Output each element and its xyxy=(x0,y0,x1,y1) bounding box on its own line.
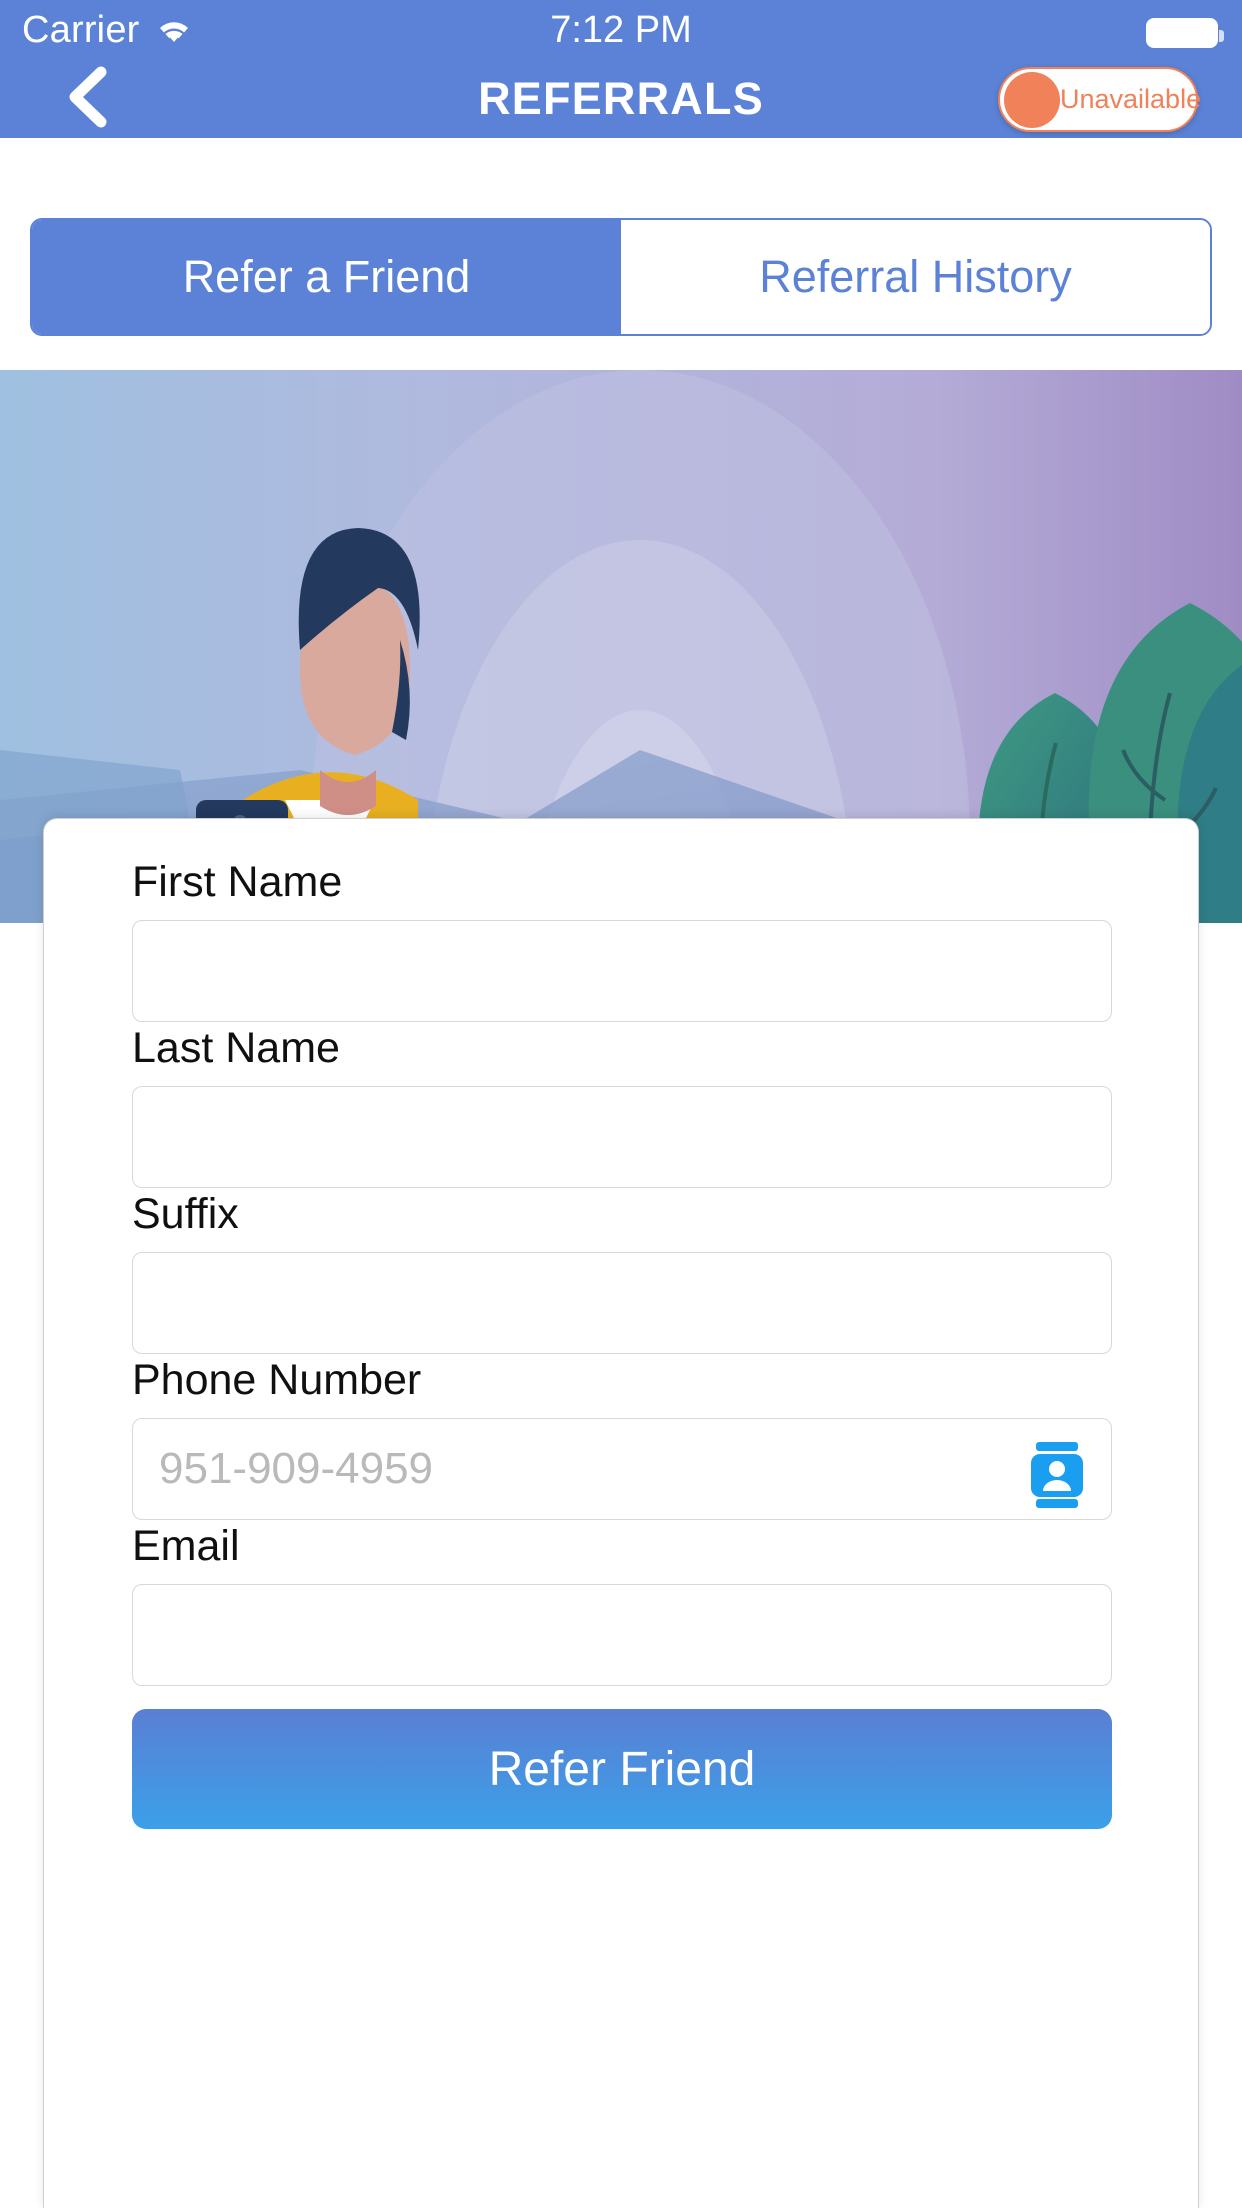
field-first-name: First Name xyxy=(132,861,1112,1022)
availability-toggle[interactable]: Unavailable xyxy=(998,67,1201,132)
first-name-label: First Name xyxy=(132,858,343,906)
phone-input-wrapper xyxy=(132,1418,1112,1520)
toggle-knob xyxy=(1004,71,1060,128)
email-label: Email xyxy=(132,1522,240,1570)
contacts-icon[interactable] xyxy=(1028,1442,1086,1508)
phone-number-label: Phone Number xyxy=(132,1356,422,1404)
referral-form-card: First Name Last Name Suffix Phone Number xyxy=(43,818,1199,2208)
last-name-input[interactable] xyxy=(132,1086,1112,1188)
status-bar-time: 7:12 PM xyxy=(550,8,692,51)
field-last-name: Last Name xyxy=(132,1027,1112,1188)
battery-icon xyxy=(1146,18,1224,48)
suffix-input[interactable] xyxy=(132,1252,1112,1354)
first-name-input[interactable] xyxy=(132,920,1112,1022)
refer-friend-button[interactable]: Refer Friend xyxy=(132,1709,1112,1829)
field-phone-number: Phone Number xyxy=(132,1359,1112,1520)
tab-referral-history[interactable]: Referral History xyxy=(621,220,1210,334)
phone-number-input[interactable] xyxy=(132,1418,1112,1520)
tab-bar: Refer a Friend Referral History xyxy=(30,218,1212,336)
tab-bar-container: Refer a Friend Referral History xyxy=(0,138,1242,336)
suffix-label: Suffix xyxy=(132,1190,239,1238)
email-input[interactable] xyxy=(132,1584,1112,1686)
field-email: Email xyxy=(132,1525,1112,1686)
availability-label: Unavailable xyxy=(1060,84,1202,114)
navigation-bar: REFERRALS Unavailable xyxy=(0,60,1242,138)
status-bar: Carrier 7:12 PM xyxy=(0,0,1242,60)
field-suffix: Suffix xyxy=(132,1193,1112,1354)
tab-refer-a-friend[interactable]: Refer a Friend xyxy=(32,220,621,334)
last-name-label: Last Name xyxy=(132,1024,340,1072)
